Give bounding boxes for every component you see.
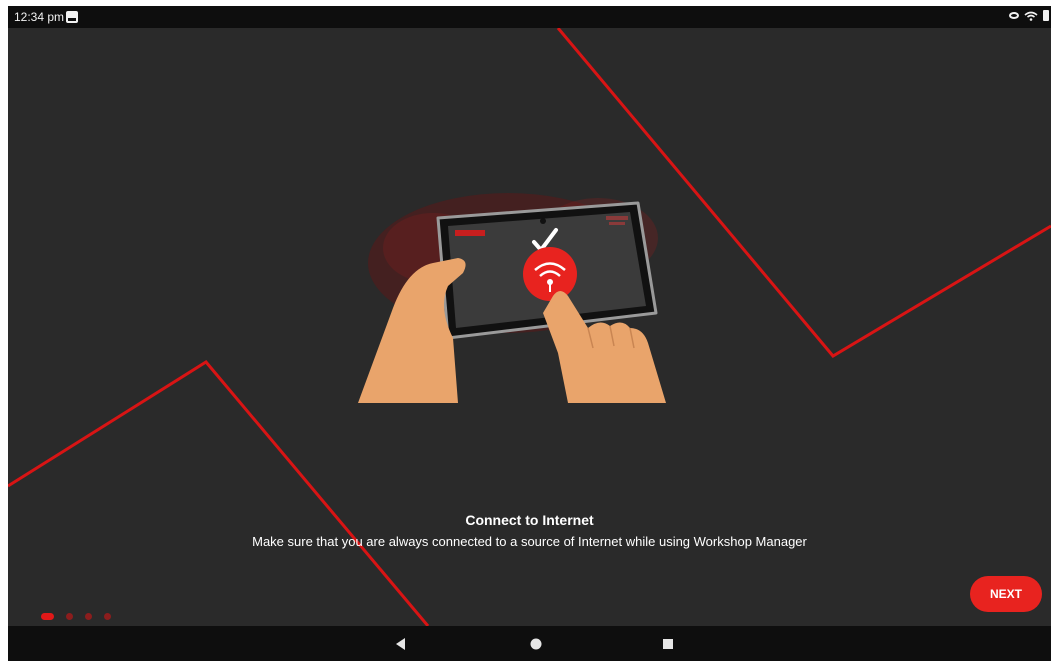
back-icon[interactable]	[391, 634, 411, 654]
page-dot-4	[104, 613, 111, 620]
page-dot-1	[41, 613, 54, 620]
device-screen: 12:34 pm Connect to Internet Make sure t…	[8, 6, 1051, 661]
home-icon[interactable]	[526, 634, 546, 654]
recents-icon[interactable]	[658, 634, 678, 654]
status-time: 12:34 pm	[14, 10, 65, 24]
onboarding-text: Connect to Internet Make sure that you a…	[8, 512, 1051, 549]
navigation-bar	[8, 626, 1051, 661]
tablet-wifi-illustration	[358, 193, 666, 403]
page-dot-3	[85, 613, 92, 620]
notification-icon	[66, 11, 78, 23]
page-indicator	[41, 613, 111, 620]
onboarding-description: Make sure that you are always connected …	[252, 534, 807, 549]
battery-icon	[1043, 10, 1049, 21]
onboarding-title: Connect to Internet	[465, 512, 594, 528]
page-dot-2	[66, 613, 73, 620]
eye-icon	[1009, 12, 1019, 19]
status-bar: 12:34 pm	[8, 6, 1051, 28]
status-icons	[1009, 10, 1049, 21]
onboarding-content: Connect to Internet Make sure that you a…	[8, 28, 1051, 626]
wifi-icon	[1024, 11, 1038, 21]
next-button[interactable]: NEXT	[970, 576, 1042, 612]
